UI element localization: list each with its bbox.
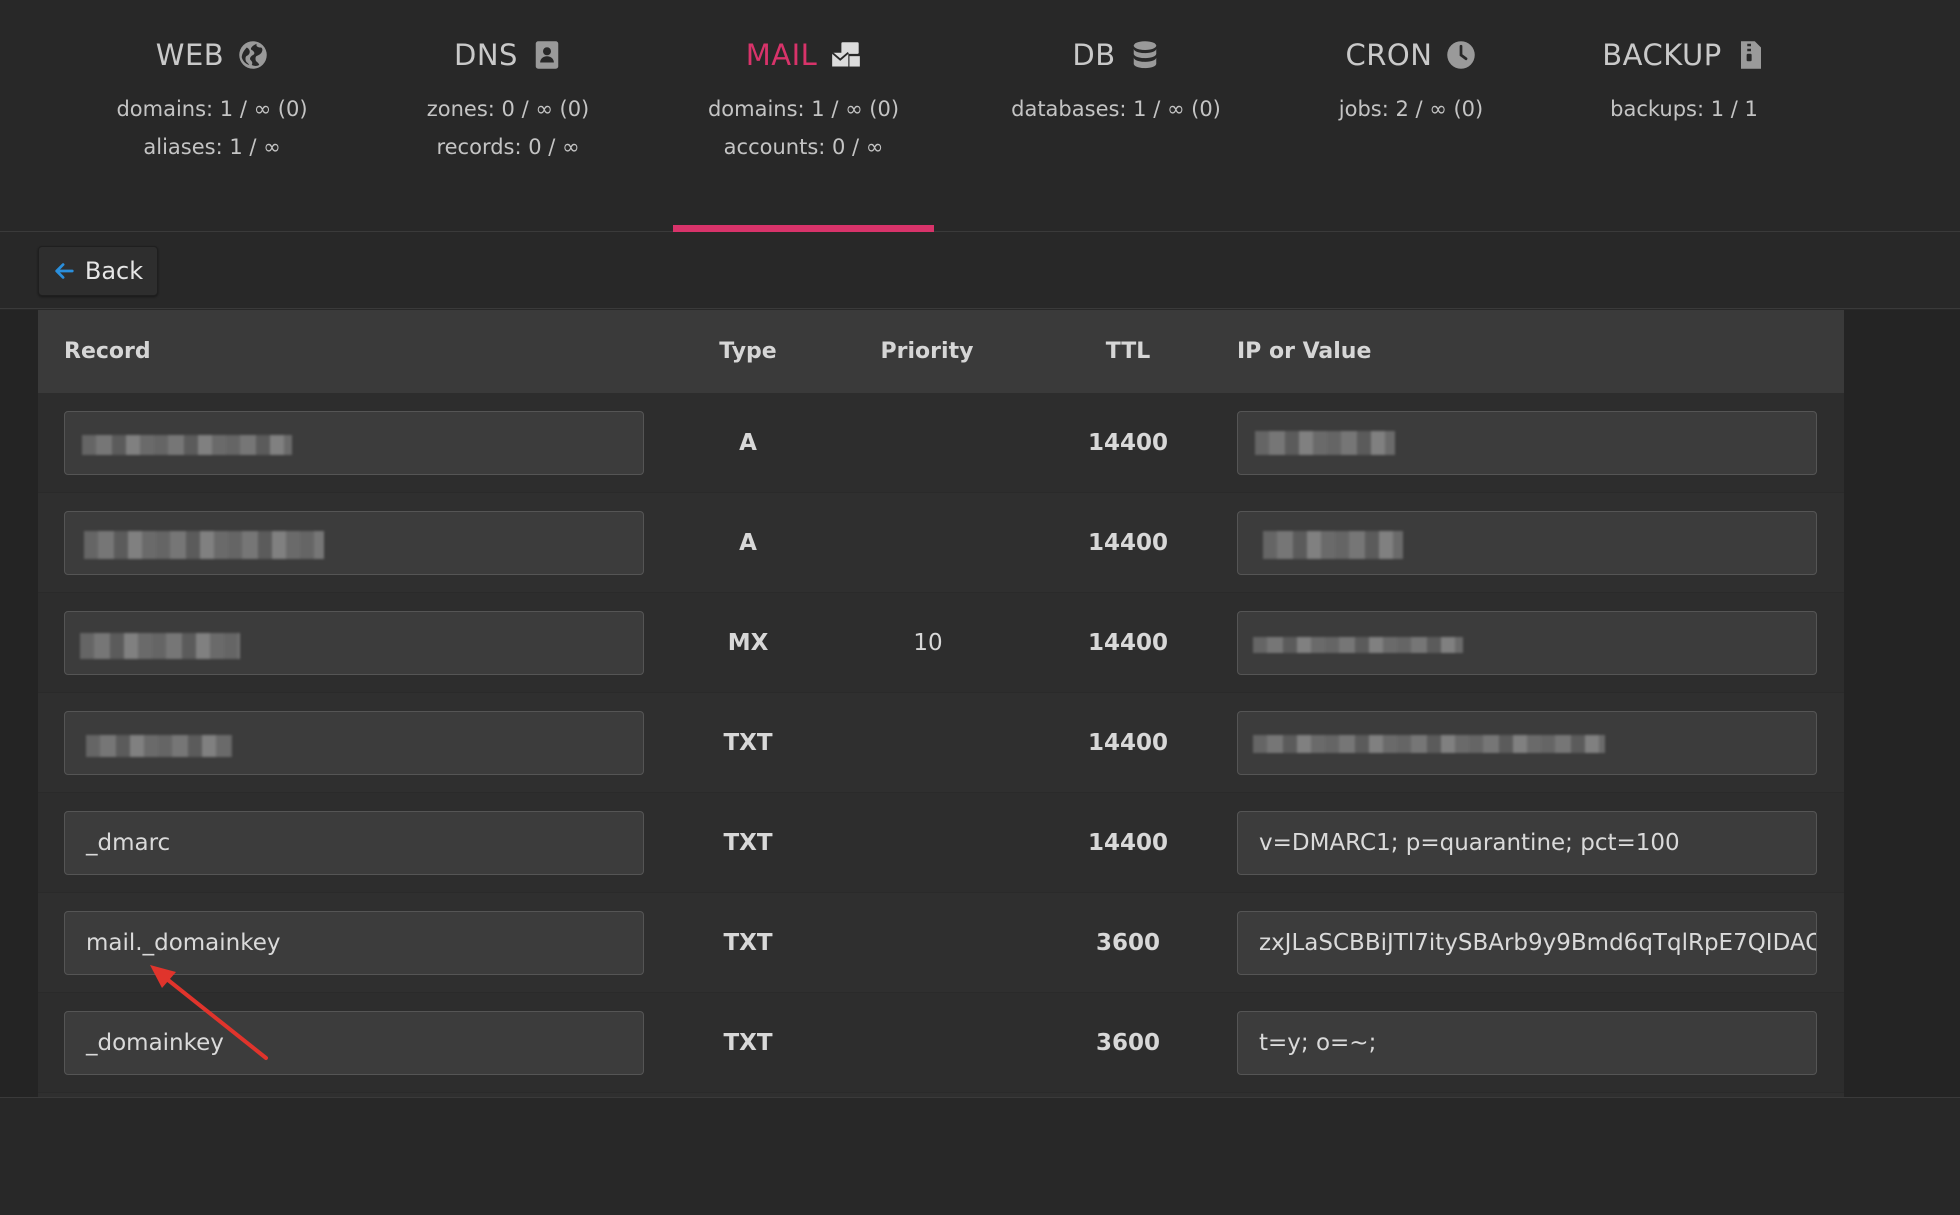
- record-ttl: 14400: [1087, 530, 1169, 556]
- tab-dns[interactable]: DNS zones: 0 / ∞ (0) records: 0 / ∞: [408, 0, 608, 232]
- record-type: A: [739, 430, 757, 456]
- column-header-ttl: TTL: [1105, 339, 1151, 364]
- table-row: TXT 14400: [38, 693, 1844, 793]
- top-navigation: WEB domains: 1 / ∞ (0) aliases: 1 / ∞ DN…: [0, 0, 1960, 232]
- tab-backup-header: BACKUP: [1602, 36, 1765, 74]
- tab-dns-label: DNS: [454, 38, 518, 72]
- record-ttl: 14400: [1087, 830, 1169, 856]
- tab-cron-stat-jobs: jobs: 2 / ∞ (0): [1338, 97, 1484, 121]
- record-priority: 10: [913, 630, 943, 656]
- globe-icon: [239, 41, 267, 69]
- tab-mail-stat-accounts: accounts: 0 / ∞: [723, 135, 884, 159]
- tab-web-stat-domains: domains: 1 / ∞ (0): [116, 97, 308, 121]
- record-priority: [888, 893, 968, 993]
- table-row: A 14400: [38, 493, 1844, 593]
- record-ttl: 14400: [1087, 730, 1169, 756]
- tab-db[interactable]: DB databases: 1 / ∞ (0): [1011, 0, 1221, 232]
- back-button[interactable]: Back: [38, 246, 158, 296]
- active-tab-indicator: [673, 225, 934, 232]
- record-value-input[interactable]: v=DMARC1; p=quarantine; pct=100: [1237, 811, 1817, 875]
- arrow-left-icon: [55, 263, 74, 279]
- record-type: MX: [727, 630, 769, 656]
- record-priority: [888, 693, 968, 793]
- address-book-icon: [535, 41, 559, 69]
- toolbar: Back: [0, 233, 1960, 309]
- tab-cron-header: CRON: [1346, 36, 1477, 74]
- database-icon: [1133, 41, 1156, 69]
- redacted-record: [80, 633, 240, 659]
- redacted-value: [1253, 637, 1463, 653]
- record-type: TXT: [723, 830, 773, 856]
- tab-backup-label: BACKUP: [1602, 38, 1722, 72]
- redacted-record: [82, 435, 292, 455]
- tab-mail-stat-domains: domains: 1 / ∞ (0): [707, 97, 900, 121]
- record-type: TXT: [723, 930, 773, 956]
- clock-icon: [1447, 41, 1476, 69]
- tab-db-stat-databases: databases: 1 / ∞ (0): [1011, 97, 1221, 121]
- record-value-input[interactable]: t=y; o=~;: [1237, 1011, 1817, 1075]
- record-ttl: 3600: [1095, 930, 1160, 956]
- tab-cron-label: CRON: [1345, 38, 1433, 72]
- tab-mail-header: MAIL: [746, 36, 862, 74]
- column-header-type: Type: [719, 339, 777, 364]
- tab-mail[interactable]: MAIL domains: 1 / ∞ (0) accounts: 0 / ∞: [673, 0, 934, 232]
- tab-dns-header: DNS: [454, 36, 562, 74]
- redacted-value: [1255, 431, 1395, 455]
- record-priority: [888, 793, 968, 893]
- content-divider: [0, 1097, 1960, 1098]
- table-row: MX 10 14400: [38, 593, 1844, 693]
- record-value-input[interactable]: zxJLaSCBBiJTl7itySBArb9y9Bmd6qTqlRpE7QID…: [1237, 911, 1817, 975]
- record-type: TXT: [723, 730, 773, 756]
- record-name-input[interactable]: _dmarc: [64, 811, 644, 875]
- record-priority: [888, 393, 968, 493]
- tab-mail-label: MAIL: [745, 38, 818, 72]
- column-header-priority: Priority: [880, 339, 974, 364]
- tab-dns-stat-zones: zones: 0 / ∞ (0): [426, 97, 590, 121]
- right-gutter: [1844, 310, 1960, 1098]
- table-row: _domainkey TXT 3600 t=y; o=~;: [38, 993, 1844, 1093]
- record-priority: [888, 493, 968, 593]
- record-ttl: 14400: [1087, 430, 1169, 456]
- redacted-record: [84, 531, 324, 559]
- tab-web-header: WEB: [156, 36, 268, 74]
- table-row: _dmarc TXT 14400 v=DMARC1; p=quarantine;…: [38, 793, 1844, 893]
- table-header: Record Type Priority TTL IP or Value: [38, 310, 1844, 393]
- record-ttl: 3600: [1095, 1030, 1160, 1056]
- column-header-value: IP or Value: [1237, 339, 1372, 364]
- file-archive-icon: [1740, 41, 1761, 69]
- record-type: A: [739, 530, 757, 556]
- record-name-input[interactable]: mail._domainkey: [64, 911, 644, 975]
- record-type: TXT: [723, 1030, 773, 1056]
- tab-web[interactable]: WEB domains: 1 / ∞ (0) aliases: 1 / ∞: [112, 0, 312, 232]
- table-row: A 14400: [38, 393, 1844, 493]
- record-name-input[interactable]: _domainkey: [64, 1011, 644, 1075]
- table-row: mail._domainkey TXT 3600 zxJLaSCBBiJTl7i…: [38, 893, 1844, 993]
- redacted-value: [1253, 735, 1605, 753]
- record-priority: [888, 993, 968, 1093]
- left-gutter: [0, 310, 38, 1098]
- redacted-record: [86, 735, 232, 757]
- redacted-value: [1263, 531, 1403, 559]
- column-header-record: Record: [64, 339, 151, 364]
- tab-dns-stat-records: records: 0 / ∞: [436, 135, 580, 159]
- tab-cron[interactable]: CRON jobs: 2 / ∞ (0): [1311, 0, 1511, 232]
- mail-bulk-icon: [831, 42, 861, 67]
- tab-db-label: DB: [1072, 38, 1116, 72]
- tab-backup[interactable]: BACKUP backups: 1 / 1: [1584, 0, 1784, 232]
- tab-backup-stat-backups: backups: 1 / 1: [1610, 97, 1758, 121]
- record-ttl: 14400: [1087, 630, 1169, 656]
- dns-records-table: Record Type Priority TTL IP or Value A 1…: [38, 310, 1844, 1098]
- tab-db-header: DB: [1072, 36, 1159, 74]
- tab-web-label: WEB: [155, 38, 225, 72]
- back-button-label: Back: [84, 257, 144, 285]
- tab-web-stat-aliases: aliases: 1 / ∞: [143, 135, 281, 159]
